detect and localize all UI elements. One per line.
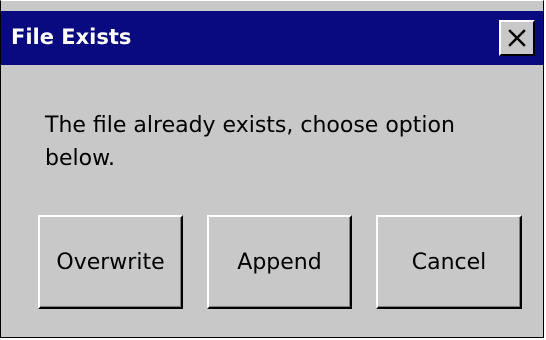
close-button[interactable]: [499, 20, 535, 56]
append-button[interactable]: Append: [207, 215, 352, 309]
dialog-title: File Exists: [11, 25, 132, 49]
dialog-titlebar: File Exists: [1, 11, 543, 65]
close-icon: [508, 29, 526, 47]
overwrite-button[interactable]: Overwrite: [38, 215, 183, 309]
dialog-message: The file already exists, choose option b…: [45, 113, 455, 171]
cancel-button[interactable]: Cancel: [376, 215, 522, 309]
file-exists-dialog: File Exists The file already exists, cho…: [0, 0, 544, 338]
